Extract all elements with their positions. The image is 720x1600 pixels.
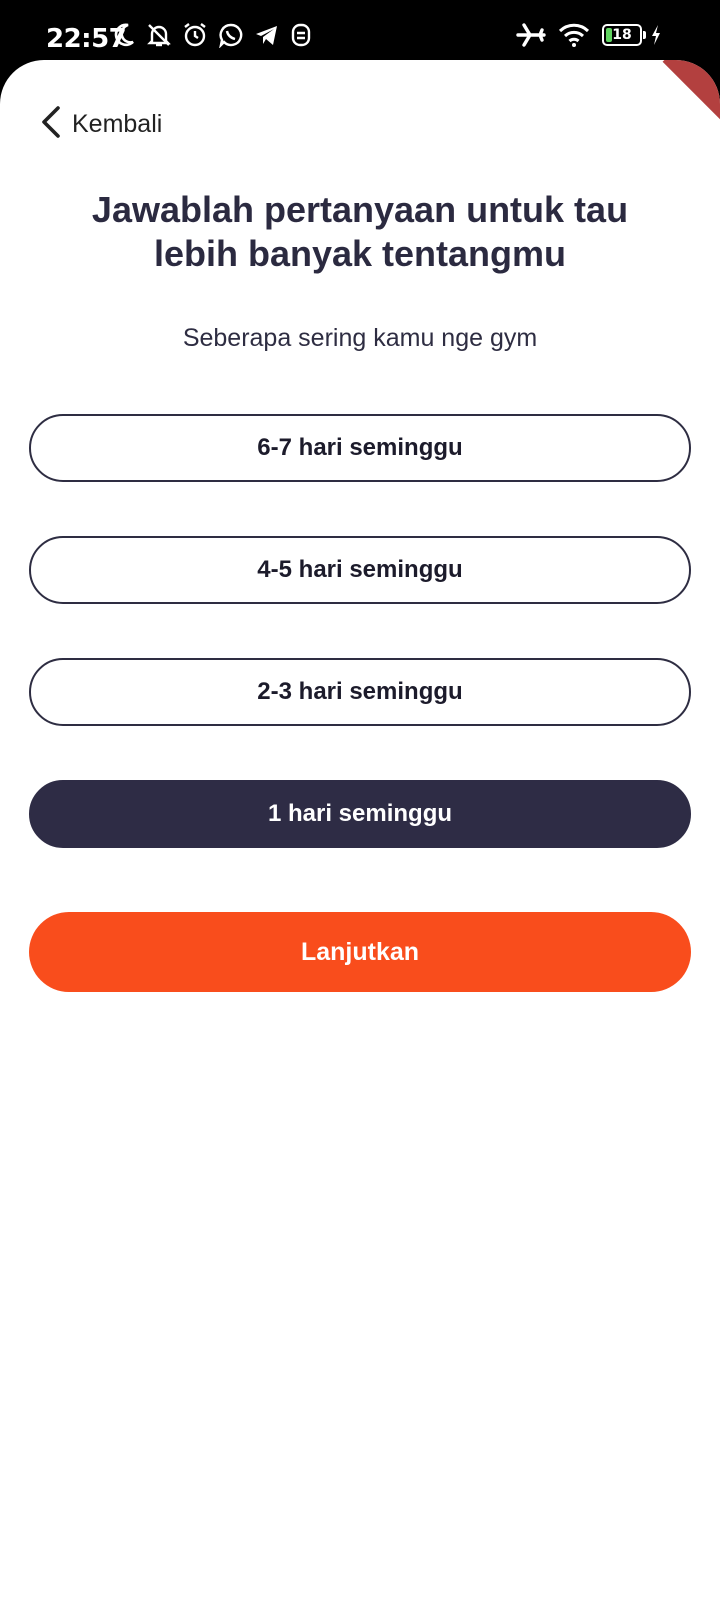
option-6-7-days[interactable]: 6-7 hari seminggu xyxy=(29,414,691,482)
question-text: Seberapa sering kamu nge gym xyxy=(182,324,538,352)
back-button[interactable]: Kembali xyxy=(38,104,162,145)
alarm-icon xyxy=(182,22,208,48)
page-title-line-2: lebih banyak tentangmu xyxy=(153,233,567,274)
notification-app-icon xyxy=(290,22,312,48)
continue-button[interactable]: Lanjutkan xyxy=(29,912,691,992)
battery-cap xyxy=(643,31,646,39)
debug-banner xyxy=(662,60,720,126)
moon-icon xyxy=(112,22,136,48)
option-1-day[interactable]: 1 hari seminggu xyxy=(29,780,691,848)
wifi-icon xyxy=(558,22,590,48)
option-2-3-days[interactable]: 2-3 hari seminggu xyxy=(29,658,691,726)
charging-icon xyxy=(650,24,662,46)
continue-label: Lanjutkan xyxy=(300,937,420,966)
option-label: 6-7 hari seminggu xyxy=(257,434,463,461)
telegram-icon xyxy=(254,22,280,48)
main-sheet: Kembali Jawablah pertanyaan untuk tau le… xyxy=(0,60,720,1600)
option-label: 1 hari seminggu xyxy=(267,800,453,827)
option-label: 4-5 hari seminggu xyxy=(257,556,463,583)
airplane-icon xyxy=(516,22,546,48)
chevron-left-icon xyxy=(38,104,64,145)
page-title: Jawablah pertanyaan untuk tau lebih bany… xyxy=(40,188,680,276)
battery-body: 18 xyxy=(602,24,642,46)
status-icons-right: 18 xyxy=(516,22,662,48)
bell-off-icon xyxy=(146,22,172,48)
option-4-5-days[interactable]: 4-5 hari seminggu xyxy=(29,536,691,604)
option-label: 2-3 hari seminggu xyxy=(257,678,463,705)
page-title-line-1: Jawablah pertanyaan untuk tau xyxy=(91,189,629,230)
whatsapp-icon xyxy=(218,22,244,48)
status-icons-left xyxy=(112,22,312,48)
battery-icon: 18 xyxy=(602,24,646,46)
back-label: Kembali xyxy=(72,110,163,138)
battery-level: 18 xyxy=(612,27,632,43)
